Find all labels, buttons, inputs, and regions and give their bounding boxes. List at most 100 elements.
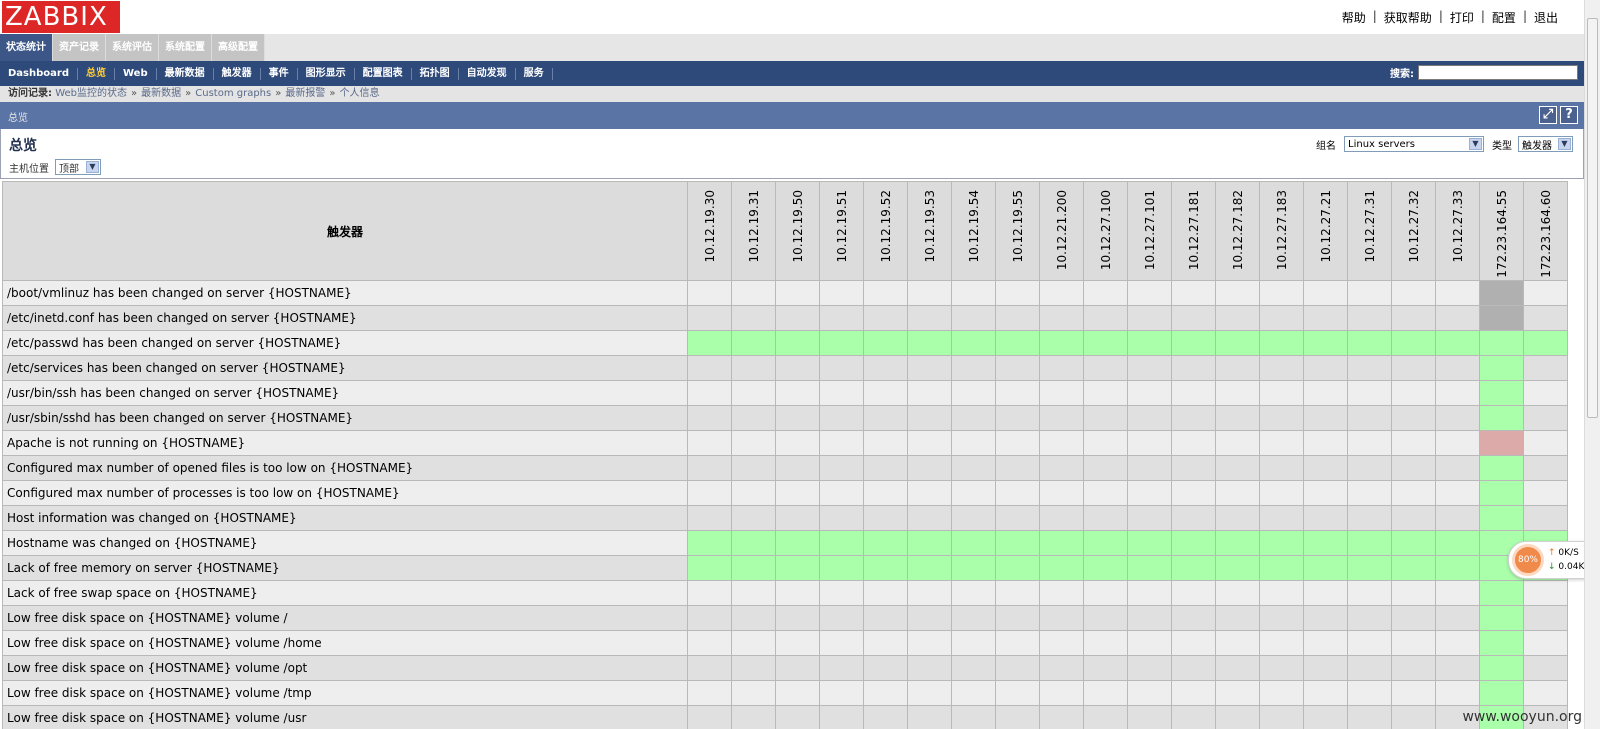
host-column-header[interactable]: 10.12.27.31 xyxy=(1347,181,1392,281)
status-cell[interactable] xyxy=(1479,480,1524,506)
status-cell[interactable] xyxy=(1303,555,1348,581)
status-cell[interactable] xyxy=(1523,330,1568,356)
host-column-header[interactable]: 10.12.27.100 xyxy=(1083,181,1128,281)
history-link[interactable]: Web监控的状态 xyxy=(55,88,127,99)
status-cell[interactable] xyxy=(1479,655,1524,681)
status-cell[interactable] xyxy=(819,555,864,581)
host-column-header[interactable]: 10.12.19.52 xyxy=(863,181,908,281)
status-cell[interactable] xyxy=(819,530,864,556)
host-column-header[interactable]: 172.23.164.55 xyxy=(1479,181,1524,281)
status-cell[interactable] xyxy=(1127,330,1172,356)
sub-menu-item[interactable]: 事件 xyxy=(261,67,298,80)
status-cell[interactable] xyxy=(1479,630,1524,656)
history-link[interactable]: 最新报警 xyxy=(285,88,325,99)
fullscreen-icon[interactable]: ⤢ xyxy=(1539,106,1557,124)
status-cell[interactable] xyxy=(1127,530,1172,556)
host-column-header[interactable]: 10.12.19.55 xyxy=(995,181,1040,281)
status-cell[interactable] xyxy=(1259,555,1304,581)
status-cell[interactable] xyxy=(1479,330,1524,356)
main-menu-item[interactable]: 资产记录 xyxy=(53,34,106,61)
group-select[interactable]: Linux servers ▼ xyxy=(1344,136,1484,152)
status-cell[interactable] xyxy=(951,330,996,356)
status-cell[interactable] xyxy=(775,530,820,556)
status-cell[interactable] xyxy=(1479,455,1524,481)
status-cell[interactable] xyxy=(731,530,776,556)
status-cell[interactable] xyxy=(1347,555,1392,581)
sub-menu-item[interactable]: Dashboard xyxy=(0,67,78,80)
sub-menu-item[interactable]: 最新数据 xyxy=(157,67,214,80)
host-column-header[interactable]: 10.12.19.30 xyxy=(687,181,732,281)
status-cell[interactable] xyxy=(1171,330,1216,356)
status-cell[interactable] xyxy=(1303,530,1348,556)
status-cell[interactable] xyxy=(1259,530,1304,556)
status-cell[interactable] xyxy=(775,555,820,581)
status-cell[interactable] xyxy=(995,330,1040,356)
sub-menu-item[interactable]: 自动发现 xyxy=(459,67,516,80)
sub-menu-item[interactable]: 触发器 xyxy=(214,67,261,80)
status-cell[interactable] xyxy=(687,330,732,356)
status-cell[interactable] xyxy=(687,530,732,556)
status-cell[interactable] xyxy=(863,330,908,356)
host-column-header[interactable]: 10.12.19.50 xyxy=(775,181,820,281)
status-cell[interactable] xyxy=(1127,555,1172,581)
host-column-header[interactable]: 172.23.164.60 xyxy=(1523,181,1568,281)
history-link[interactable]: 个人信息 xyxy=(339,88,379,99)
status-cell[interactable] xyxy=(1479,380,1524,406)
status-cell[interactable] xyxy=(1391,330,1436,356)
status-cell[interactable] xyxy=(1479,680,1524,706)
status-cell[interactable] xyxy=(687,555,732,581)
host-column-header[interactable]: 10.12.27.181 xyxy=(1171,181,1216,281)
status-cell[interactable] xyxy=(995,555,1040,581)
host-column-header[interactable]: 10.12.19.54 xyxy=(951,181,996,281)
top-link[interactable]: 获取帮助 xyxy=(1384,9,1432,26)
host-column-header[interactable]: 10.12.27.182 xyxy=(1215,181,1260,281)
host-column-header[interactable]: 10.12.27.101 xyxy=(1127,181,1172,281)
status-cell[interactable] xyxy=(1479,430,1524,456)
status-cell[interactable] xyxy=(1039,555,1084,581)
host-column-header[interactable]: 10.12.27.33 xyxy=(1435,181,1480,281)
status-cell[interactable] xyxy=(1479,405,1524,431)
status-cell[interactable] xyxy=(1347,530,1392,556)
status-cell[interactable] xyxy=(1083,330,1128,356)
status-cell[interactable] xyxy=(1435,555,1480,581)
status-cell[interactable] xyxy=(1479,605,1524,631)
status-cell[interactable] xyxy=(1435,330,1480,356)
status-cell[interactable] xyxy=(1215,330,1260,356)
sub-menu-item[interactable]: 拓扑图 xyxy=(412,67,459,80)
main-menu-item[interactable]: 系统配置 xyxy=(159,34,212,61)
search-input[interactable] xyxy=(1418,65,1578,80)
status-cell[interactable] xyxy=(951,555,996,581)
host-column-header[interactable]: 10.12.19.51 xyxy=(819,181,864,281)
type-select[interactable]: 触发器 ▼ xyxy=(1518,136,1573,152)
sub-menu-item[interactable]: 总览 xyxy=(78,67,115,80)
status-cell[interactable] xyxy=(1479,355,1524,381)
status-cell[interactable] xyxy=(1435,530,1480,556)
host-column-header[interactable]: 10.12.27.21 xyxy=(1303,181,1348,281)
sub-menu-item[interactable]: Web xyxy=(115,67,157,80)
help-icon[interactable]: ? xyxy=(1560,106,1578,124)
main-menu-item[interactable]: 高级配置 xyxy=(212,34,265,61)
status-cell[interactable] xyxy=(863,530,908,556)
host-column-header[interactable]: 10.12.27.183 xyxy=(1259,181,1304,281)
status-cell[interactable] xyxy=(1171,555,1216,581)
status-cell[interactable] xyxy=(907,330,952,356)
status-cell[interactable] xyxy=(1479,280,1524,306)
scrollbar-thumb[interactable] xyxy=(1587,18,1598,418)
top-link[interactable]: 退出 xyxy=(1534,9,1558,26)
history-link[interactable]: Custom graphs xyxy=(195,88,271,99)
zabbix-logo[interactable]: ZABBIX xyxy=(2,1,120,33)
status-cell[interactable] xyxy=(731,555,776,581)
main-menu-item[interactable]: 状态统计 xyxy=(0,34,53,61)
host-column-header[interactable]: 10.12.19.31 xyxy=(731,181,776,281)
top-link[interactable]: 帮助 xyxy=(1342,9,1366,26)
status-cell[interactable] xyxy=(1039,530,1084,556)
status-cell[interactable] xyxy=(731,330,776,356)
status-cell[interactable] xyxy=(863,555,908,581)
status-cell[interactable] xyxy=(1479,305,1524,331)
status-cell[interactable] xyxy=(819,330,864,356)
vertical-scrollbar[interactable] xyxy=(1584,0,1600,729)
top-link[interactable]: 打印 xyxy=(1450,9,1474,26)
sub-menu-item[interactable]: 服务 xyxy=(516,67,553,80)
status-cell[interactable] xyxy=(1083,555,1128,581)
status-cell[interactable] xyxy=(1479,580,1524,606)
